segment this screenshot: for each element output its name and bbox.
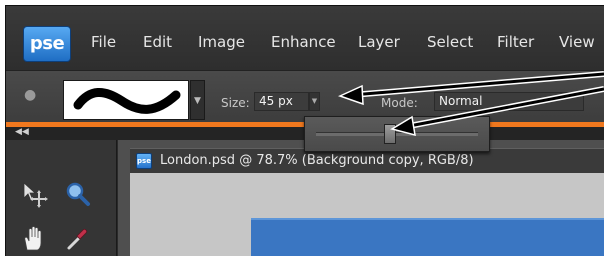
brush-preset-picker[interactable] — [63, 80, 189, 120]
collapse-panel-icon[interactable]: ◀◀ — [15, 127, 29, 137]
canvas[interactable] — [130, 173, 604, 256]
menu-file[interactable]: File — [91, 33, 116, 51]
menu-filter[interactable]: Filter — [497, 33, 534, 51]
menu-image[interactable]: Image — [198, 33, 245, 51]
size-label: Size: — [221, 96, 250, 110]
mode-select[interactable]: Normal — [434, 92, 584, 111]
tool-preset-icon[interactable]: ● — [24, 87, 40, 103]
size-input[interactable]: 45 px — [254, 92, 309, 111]
size-slider-toggle[interactable]: ▼ — [309, 92, 320, 111]
hand-tool-icon[interactable] — [20, 224, 48, 252]
brush-stroke-icon — [73, 88, 181, 114]
app-window: pse File Edit Image Enhance Layer Select… — [5, 5, 604, 256]
document-area: pse London.psd @ 78.7% (Background copy,… — [118, 140, 604, 256]
document-title: London.psd @ 78.7% (Background copy, RGB… — [160, 153, 474, 168]
tool-options-bar: ● ▼ Size: 45 px ▼ Mode: Normal — [6, 70, 604, 122]
document-icon: pse — [136, 153, 152, 169]
size-slider-popup — [304, 116, 490, 152]
menu-view[interactable]: View — [559, 33, 595, 51]
brush-dropdown-button[interactable]: ▼ — [190, 80, 205, 120]
canvas-image — [251, 218, 604, 256]
eyedropper-tool-icon[interactable] — [64, 224, 92, 252]
menu-layer[interactable]: Layer — [358, 33, 400, 51]
menu-bar: pse File Edit Image Enhance Layer Select… — [6, 6, 604, 70]
app-logo: pse — [23, 26, 71, 62]
menu-edit[interactable]: Edit — [143, 33, 172, 51]
mode-label: Mode: — [381, 96, 418, 110]
zoom-tool-icon[interactable] — [64, 180, 92, 208]
menu-enhance[interactable]: Enhance — [271, 33, 336, 51]
move-tool-icon[interactable] — [20, 180, 48, 208]
size-slider-track[interactable] — [316, 132, 478, 136]
size-slider-thumb[interactable] — [383, 124, 396, 144]
menu-select[interactable]: Select — [427, 33, 473, 51]
toolbox — [6, 140, 117, 256]
